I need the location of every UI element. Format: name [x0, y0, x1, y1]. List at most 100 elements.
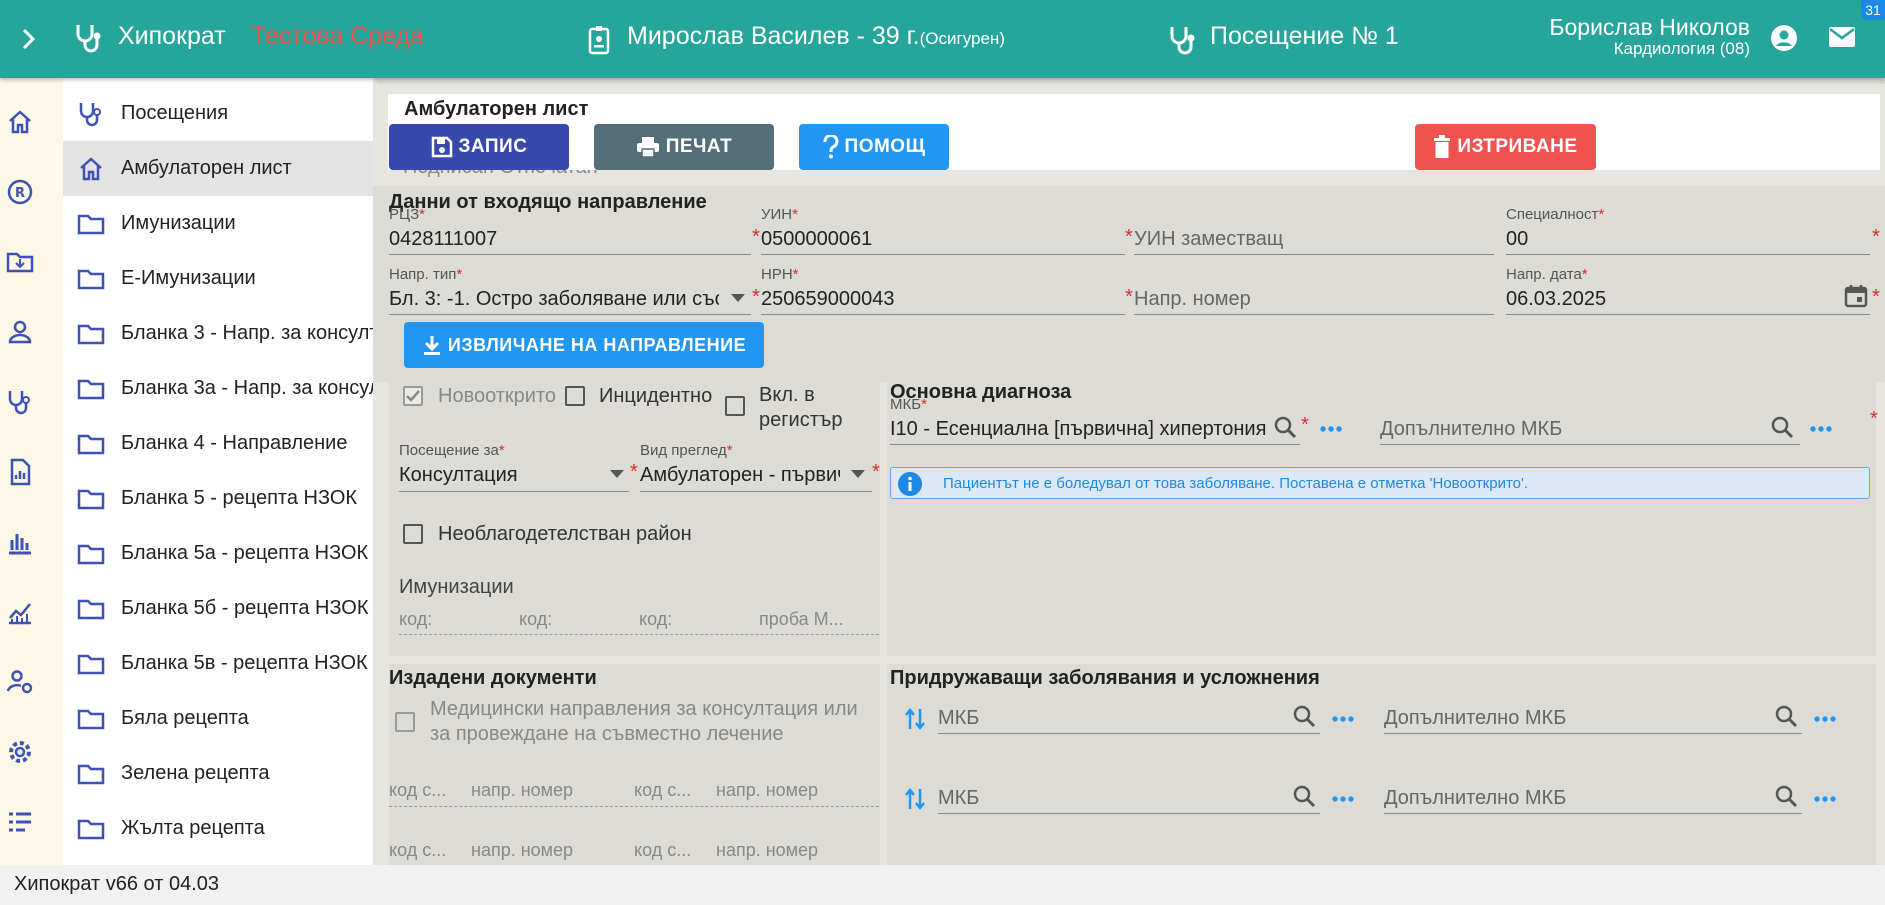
swap-vertical-icon[interactable] — [904, 707, 926, 731]
sidebar-item-visits[interactable]: Посещения — [63, 86, 373, 141]
home-icon[interactable] — [6, 108, 34, 136]
referral-date-field[interactable]: 06.03.2025 — [1506, 288, 1806, 311]
medical-referrals-line1: Медицински направления за консултация ил… — [430, 698, 858, 720]
more-horizontal-icon[interactable] — [1332, 716, 1354, 722]
sidebar-item-form-5a[interactable]: Бланка 5а - рецепта НЗОК — [63, 526, 373, 581]
sidebar-item-form-5[interactable]: Бланка 5 - рецепта НЗОК — [63, 471, 373, 526]
search-icon[interactable] — [1292, 704, 1316, 728]
medical-referrals-label: Медицински направления за консултация ил… — [430, 697, 858, 747]
user-department: Кардиология (08) — [1613, 39, 1750, 58]
sidebar-item-form-5v[interactable]: Бланка 5в - рецепта НЗОК — [63, 636, 373, 691]
stethoscope-icon — [1168, 24, 1196, 56]
print-button[interactable]: ПЕЧАТ — [594, 124, 774, 170]
comorbid-mkb-input[interactable]: МКБ — [938, 787, 979, 810]
user-settings-icon[interactable] — [6, 668, 34, 696]
mkb-field[interactable]: I10 - Есенциална [първична] хипертония — [890, 418, 1268, 441]
immunizations-heading: Имунизации — [399, 576, 514, 598]
uin-substitute-input[interactable]: УИН заместващ — [1134, 228, 1283, 251]
fetch-referral-button[interactable]: ИЗВЛИЧАНЕ НА НАПРАВЛЕНИЕ — [404, 322, 764, 368]
doc-code-input[interactable]: код с... — [389, 780, 446, 801]
registered-icon[interactable]: R — [6, 178, 34, 206]
folder-download-icon[interactable] — [6, 248, 34, 276]
sidebar-item-yellow-prescription[interactable]: Жълта рецепта — [63, 801, 373, 856]
medical-referrals-checkbox[interactable] — [395, 712, 415, 732]
search-icon[interactable] — [1774, 704, 1798, 728]
documents-title: Издадени документи — [389, 667, 597, 689]
disadvantaged-area-checkbox[interactable] — [403, 524, 423, 544]
referral-type-select[interactable]: Бл. 3: -1. Остро заболяване или състояни… — [389, 288, 719, 311]
sidebar-item-form-3[interactable]: Бланка 3 - Напр. за консултация — [63, 306, 373, 361]
delete-button[interactable]: ИЗТРИВАНЕ — [1415, 124, 1596, 170]
specialty-field[interactable]: 00 — [1506, 228, 1866, 251]
doc-number-input[interactable]: напр. номер — [716, 780, 818, 801]
sidebar-item-e-immunizations[interactable]: Е-Имунизации — [63, 251, 373, 306]
sidebar-item-form-4[interactable]: Бланка 4 - Направление — [63, 416, 373, 471]
dropdown-arrow-icon[interactable] — [731, 294, 745, 302]
doc-number-input[interactable]: напр. номер — [471, 780, 573, 801]
calendar-icon[interactable] — [1844, 284, 1868, 308]
chevron-right-icon[interactable] — [18, 26, 40, 52]
sidebar-item-form-5b[interactable]: Бланка 5б - рецепта НЗОК — [63, 581, 373, 636]
search-icon[interactable] — [1273, 415, 1297, 439]
download-icon — [423, 336, 440, 355]
version-label: Хипократ v66 от 04.03 — [14, 873, 219, 895]
account-icon[interactable] — [1770, 24, 1798, 52]
save-button[interactable]: ЗАПИС — [389, 124, 569, 170]
comorbid-extra-underline — [1384, 813, 1802, 814]
uin-field[interactable]: 0500000061 — [761, 228, 1121, 251]
sidebar-item-green-prescription[interactable]: Зелена рецепта — [63, 746, 373, 801]
list-icon[interactable] — [6, 808, 34, 836]
nrn-field[interactable]: 250659000043 — [761, 288, 1121, 311]
required-mark: * — [1125, 286, 1133, 308]
registry-checkbox[interactable] — [725, 396, 745, 416]
swap-vertical-icon[interactable] — [904, 787, 926, 811]
sidebar-item-outpatient-sheet[interactable]: Амбулаторен лист — [63, 141, 373, 196]
bar-chart-icon[interactable] — [6, 528, 34, 556]
patient-info[interactable]: Мирослав Василев - 39 г.(Осигурен) — [627, 22, 1005, 51]
report-icon[interactable] — [6, 458, 34, 486]
user-info[interactable]: Борислав Николов Кардиология (08) — [1549, 14, 1750, 58]
help-button[interactable]: ПОМОЩ — [799, 124, 949, 170]
more-horizontal-icon[interactable] — [1332, 796, 1354, 802]
extra-mkb-input[interactable]: Допълнително МКБ — [1380, 418, 1562, 441]
folder-icon — [77, 815, 105, 843]
trending-chart-icon[interactable] — [6, 598, 34, 626]
search-icon[interactable] — [1774, 784, 1798, 808]
more-horizontal-icon[interactable] — [1814, 796, 1836, 802]
newly-found-checkbox[interactable] — [403, 386, 423, 406]
immunization-code-input-1[interactable]: код: — [399, 609, 432, 630]
exam-type-select[interactable]: Амбулаторен - първичен — [640, 464, 840, 487]
more-horizontal-icon[interactable] — [1320, 426, 1342, 432]
doc-number-input[interactable]: напр. номер — [471, 840, 573, 861]
toolbar: Амбулаторен лист ЗАПИС ПЕЧАТ ПОМОЩ ИЗТРИ… — [388, 94, 1880, 170]
dropdown-arrow-icon[interactable] — [851, 470, 865, 478]
doc-code-input[interactable]: код с... — [634, 840, 691, 861]
comorbid-extra-mkb-input[interactable]: Допълнително МКБ — [1384, 787, 1566, 810]
sidebar-item-immunizations[interactable]: Имунизации — [63, 196, 373, 251]
sidebar-item-label: Жълта рецепта — [121, 817, 265, 839]
comorbid-mkb-input[interactable]: МКБ — [938, 707, 979, 730]
search-icon[interactable] — [1770, 415, 1794, 439]
rcz-field[interactable]: 0428111007 — [389, 228, 749, 251]
sidebar-item-white-prescription[interactable]: Бяла рецепта — [63, 691, 373, 746]
more-horizontal-icon[interactable] — [1814, 716, 1836, 722]
stethoscope-icon[interactable] — [6, 388, 34, 416]
doc-code-input[interactable]: код с... — [389, 840, 446, 861]
mail-icon[interactable] — [1828, 26, 1856, 48]
immunization-sample-input[interactable]: проба М... — [759, 609, 844, 630]
immunization-code-input-2[interactable]: код: — [519, 609, 552, 630]
gear-icon[interactable] — [6, 738, 34, 766]
incidental-checkbox[interactable] — [565, 386, 585, 406]
dropdown-arrow-icon[interactable] — [610, 470, 624, 478]
sidebar-item-form-3a[interactable]: Бланка 3а - Напр. за консултация — [63, 361, 373, 416]
referral-number-input[interactable]: Напр. номер — [1134, 288, 1251, 311]
doc-code-input[interactable]: код с... — [634, 780, 691, 801]
immunization-code-input-3[interactable]: код: — [639, 609, 672, 630]
visit-for-select[interactable]: Консултация — [399, 464, 599, 487]
visit-title[interactable]: Посещение № 1 — [1210, 22, 1399, 51]
person-icon[interactable] — [6, 318, 34, 346]
doc-number-input[interactable]: напр. номер — [716, 840, 818, 861]
comorbid-extra-mkb-input[interactable]: Допълнително МКБ — [1384, 707, 1566, 730]
search-icon[interactable] — [1292, 784, 1316, 808]
more-horizontal-icon[interactable] — [1810, 426, 1832, 432]
